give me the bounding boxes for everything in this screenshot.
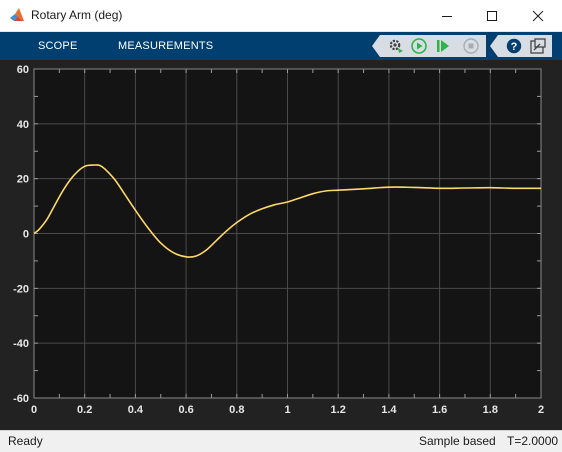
sample-mode: Sample based [419,434,496,448]
window-title: Rotary Arm (deg) [31,8,123,22]
maximize-button[interactable] [469,0,515,31]
y-tick-label: 0 [23,229,29,241]
title-bar: Rotary Arm (deg) [0,0,562,32]
x-tick-label: 0.4 [128,404,144,416]
matlab-logo-icon [10,8,24,21]
minimize-icon [442,15,452,17]
svg-text:?: ? [511,41,518,53]
x-tick-label: 1 [284,404,290,416]
simulation-controls [372,35,486,57]
x-tick-label: 2 [538,404,544,416]
x-tick-label: 1.8 [483,404,498,416]
x-tick-label: 0.2 [77,404,92,416]
help-controls: ? [490,35,552,57]
y-tick-label: -20 [13,283,29,295]
x-tick-label: 0.8 [229,404,244,416]
undock-icon[interactable] [530,38,546,54]
y-tick-label: 20 [17,174,29,186]
x-tick-label: 1.6 [432,404,447,416]
y-tick-label: -60 [13,393,29,405]
x-tick-label: 1.2 [331,404,346,416]
run-icon[interactable] [411,38,427,54]
stop-icon[interactable] [463,38,479,54]
settings-gear-icon[interactable] [388,38,404,54]
y-tick-label: 40 [17,119,29,131]
tab-measurements[interactable]: MEASUREMENTS [118,40,213,52]
status-bar: Ready Sample based T=2.0000 [0,430,562,452]
status-text: Ready [8,434,43,448]
tab-scope[interactable]: SCOPE [38,40,78,52]
step-forward-icon[interactable] [435,38,451,54]
scope-chart[interactable]: 0 0.2 0.4 0.6 0.8 1 1.2 1.4 1.6 1.8 2 60 40 20 0 -20 -40… [0,60,562,430]
close-button[interactable] [515,0,561,31]
minimize-button[interactable] [424,0,470,31]
x-tick-label: 0 [31,404,37,416]
y-tick-label: -40 [13,338,29,350]
simulation-time: T=2.0000 [507,434,559,448]
x-tick-label: 0.6 [178,404,193,416]
scope-plot-area: 0 0.2 0.4 0.6 0.8 1 1.2 1.4 1.6 1.8 2 60 40 20 0 -20 -40… [0,60,562,430]
toolstrip: SCOPE MEASUREMENTS ? [0,32,562,60]
help-icon[interactable]: ? [506,38,522,54]
close-icon [532,10,544,21]
y-tick-label: 60 [17,64,29,76]
x-tick-label: 1.4 [381,404,397,416]
maximize-icon [487,10,497,21]
